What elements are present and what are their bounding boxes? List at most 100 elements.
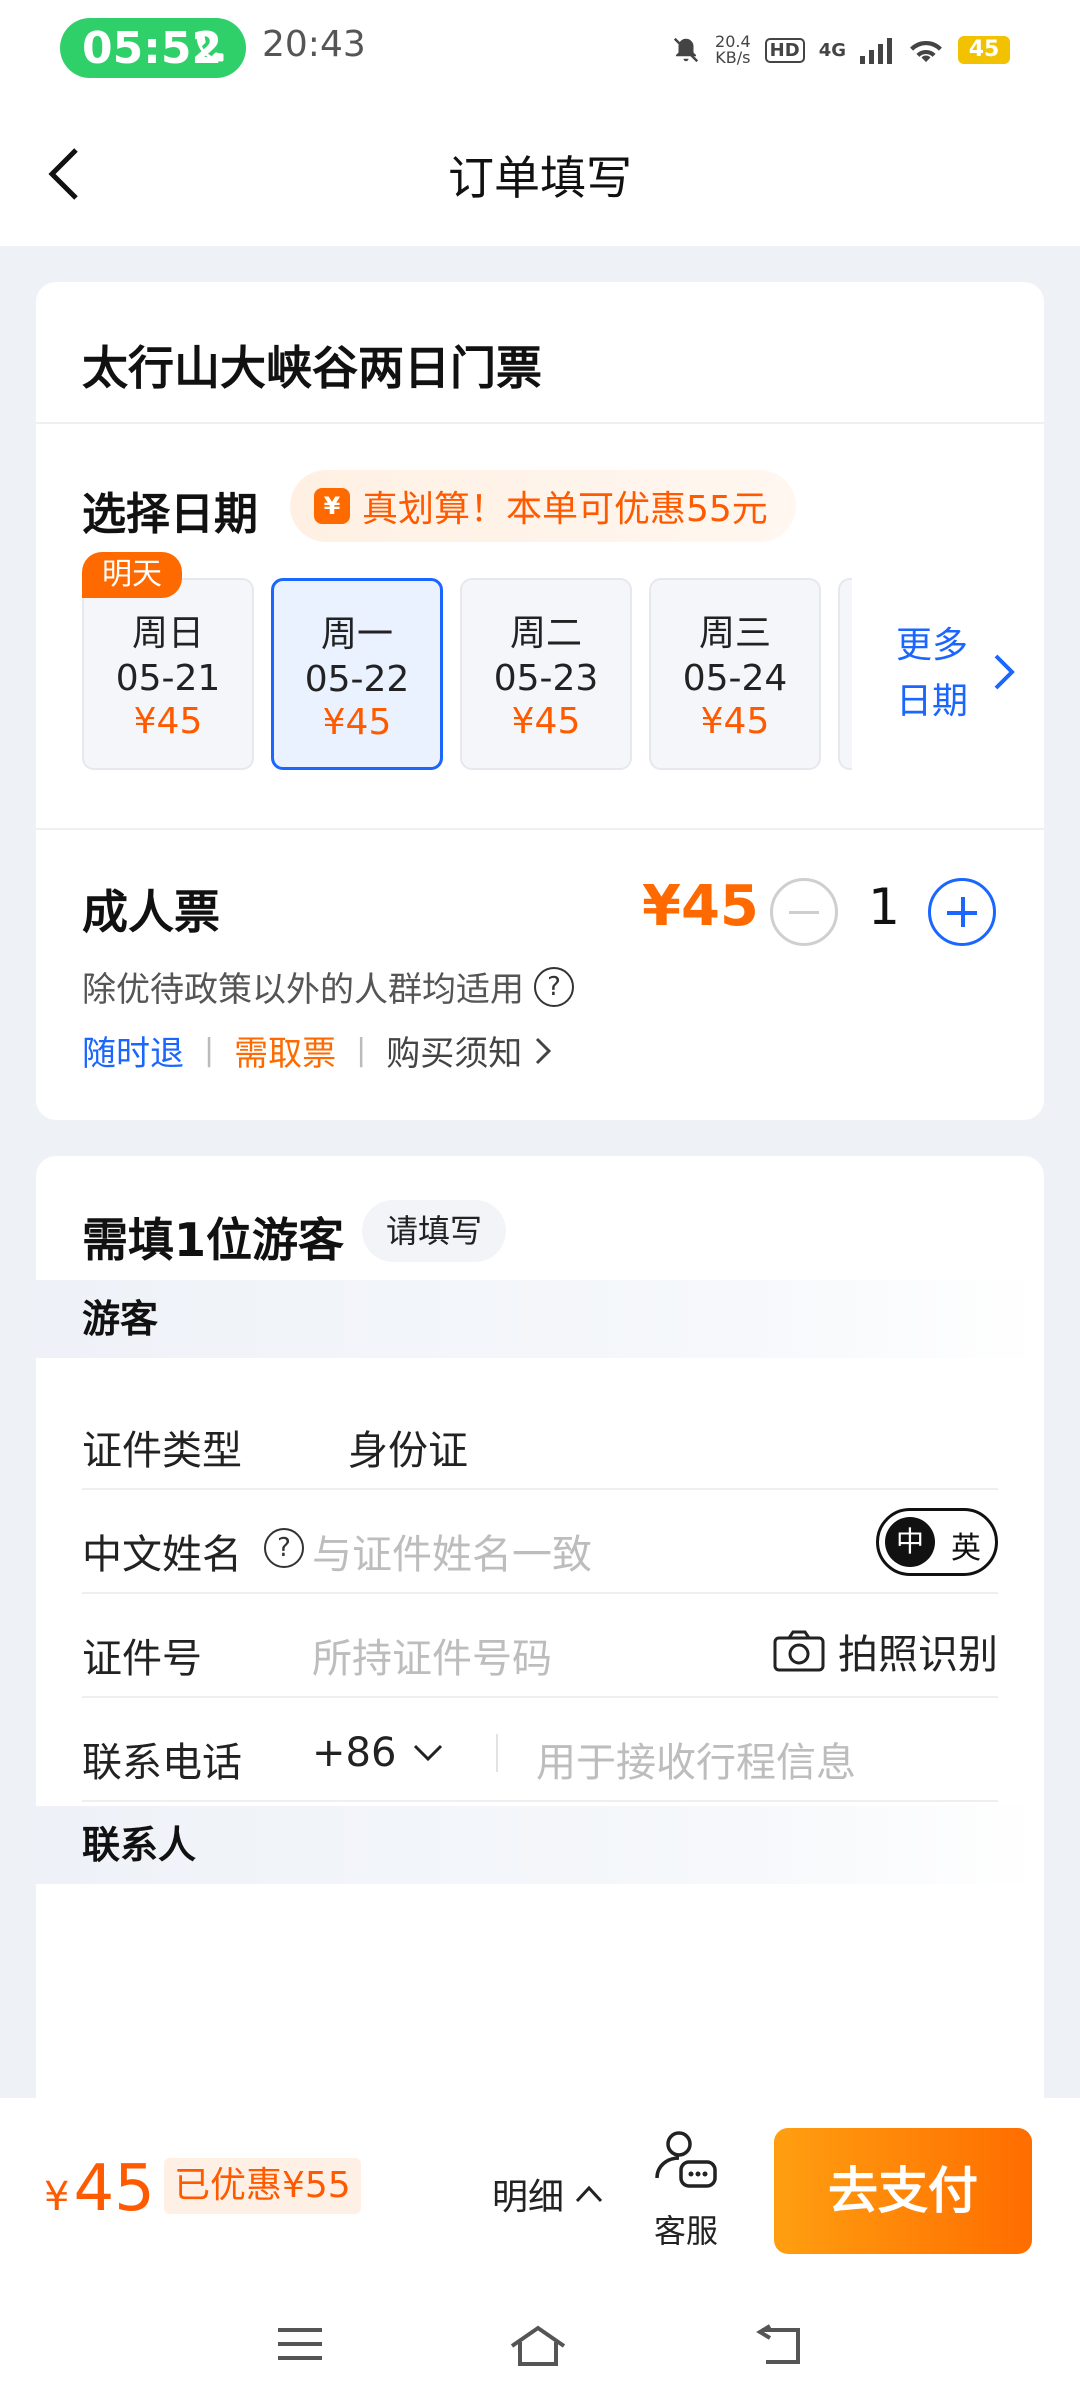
product-card: 太行山大峡谷两日门票 选择日期 ¥ 真划算！本单可优惠55元 明天 周日 05-… (36, 282, 1044, 1120)
clock: 20:43 (262, 24, 366, 65)
product-title: 太行山大峡谷两日门票 (82, 341, 542, 395)
chinese-name-row: 中文姓名 ? 与证件姓名一致 中 英 (82, 1490, 998, 1594)
date-weekday: 周日 (131, 613, 204, 654)
divider (496, 1734, 498, 1772)
chinese-name-input[interactable]: 与证件姓名一致 (312, 1522, 592, 1580)
photo-recognize-button[interactable]: 拍照识别 (772, 1622, 998, 1680)
net-speed-unit: KB/s (715, 48, 751, 67)
camera-icon (773, 1630, 825, 1672)
divider (36, 828, 1044, 830)
chevron-down-icon (414, 1744, 443, 1762)
date-weekday: 周三 (698, 613, 771, 654)
date-value: 05-22 (304, 659, 410, 700)
tag-separator: | (356, 1033, 367, 1068)
country-code-select[interactable]: +86 (312, 1730, 444, 1776)
id-type-value: 身份证 (348, 1428, 468, 1474)
back-nav-icon[interactable] (756, 2324, 806, 2368)
page-title: 订单填写 (448, 151, 632, 205)
language-toggle[interactable]: 中 英 (876, 1508, 998, 1576)
date-section-label: 选择日期 (82, 489, 258, 540)
visitor-section-title: 需填1位游客 (82, 1213, 345, 1267)
ticket-tags: 随时退 | 需取票 | 购买须知 (82, 1026, 552, 1075)
price-detail-button[interactable]: 明细 (492, 2168, 604, 2220)
id-number-input[interactable]: 所持证件号码 (312, 1626, 552, 1684)
lang-english-option: 英 (951, 1531, 981, 1566)
bottom-action-bar: ¥ 45 已优惠¥55 明细 客服 去支付 (0, 2098, 1080, 2284)
call-timer-pill[interactable]: 05:52 (60, 18, 246, 78)
fill-in-badge[interactable]: 请填写 (362, 1200, 507, 1262)
date-value: 05-24 (682, 658, 788, 699)
promo-text: 真划算！本单可优惠55元 (362, 489, 768, 530)
total-price: ¥ 45 (44, 2152, 155, 2226)
date-option-partial[interactable] (838, 578, 852, 770)
visitor-subheader: 游客 (36, 1280, 1044, 1358)
signal-icon (860, 38, 892, 64)
system-nav-bar (0, 2284, 1080, 2408)
home-icon[interactable] (508, 2324, 568, 2368)
date-weekday: 周一 (320, 614, 393, 655)
visitor-card: 需填1位游客 请填写 游客 证件类型 身份证 中文姓名 ? 与证件姓名一致 中 … (36, 1156, 1044, 2156)
tag-pickup: 需取票 (234, 1034, 337, 1074)
mute-bell-icon (673, 37, 699, 63)
date-option[interactable]: 周二 05-23 ¥45 (460, 578, 632, 770)
divider (36, 422, 1044, 424)
date-value: 05-21 (115, 658, 221, 699)
chevron-up-icon (575, 2185, 603, 2203)
country-code-value: +86 (312, 1730, 397, 1776)
status-icons: 20.4 KB/s HD 4G 45 (671, 26, 1010, 74)
id-number-row: 证件号 所持证件号码 拍照识别 (82, 1594, 998, 1698)
quantity-value: 1 (868, 878, 900, 936)
date-price: ¥45 (133, 701, 203, 742)
battery-icon: 45 (958, 36, 1010, 64)
phone-label: 联系电话 (82, 1740, 242, 1786)
phone-row: 联系电话 +86 用于接收行程信息 (82, 1698, 998, 1802)
tomorrow-tag: 明天 (82, 552, 182, 598)
date-price: ¥45 (322, 702, 392, 743)
customer-service-label: 客服 (653, 2212, 718, 2250)
discount-badge: 已优惠¥55 (164, 2158, 361, 2214)
pay-button[interactable]: 去支付 (774, 2128, 1032, 2254)
tag-separator: | (204, 1033, 215, 1068)
status-bar: 05:52 20:43 20.4 KB/s HD 4G 45 (0, 0, 1080, 100)
id-number-label: 证件号 (82, 1636, 202, 1682)
detail-label: 明细 (492, 2177, 565, 2218)
date-value: 05-23 (493, 658, 599, 699)
customer-service-icon (655, 2131, 717, 2188)
menu-icon[interactable] (276, 2324, 324, 2364)
phone-icon (196, 34, 224, 62)
net-speed: 20.4 KB/s (715, 34, 751, 66)
lang-chinese-option: 中 (885, 1517, 935, 1567)
yen-coupon-icon: ¥ (314, 488, 350, 524)
network-type: 4G (818, 39, 846, 61)
ticket-description-text: 除优待政策以外的人群均适用 (82, 970, 524, 1010)
currency-symbol: ¥ (44, 2174, 70, 2220)
date-weekday: 周二 (509, 613, 582, 654)
ticket-description: 除优待政策以外的人群均适用 ? (82, 962, 574, 1011)
increase-quantity-button[interactable] (928, 878, 996, 946)
contact-subheader: 联系人 (36, 1806, 1044, 1884)
tag-refund: 随时退 (82, 1034, 184, 1074)
date-price: ¥45 (700, 701, 770, 742)
total-amount: 45 (73, 2152, 155, 2226)
date-option[interactable]: 周日 05-21 ¥45 (82, 578, 254, 770)
date-option[interactable]: 周三 05-24 ¥45 (649, 578, 821, 770)
chevron-right-icon (994, 654, 1015, 690)
chevron-right-icon (536, 1037, 552, 1064)
promo-badge: ¥ 真划算！本单可优惠55元 (290, 470, 796, 542)
date-option-selected[interactable]: 周一 05-22 ¥45 (271, 578, 443, 770)
phone-input[interactable]: 用于接收行程信息 (536, 1730, 856, 1788)
more-dates-button[interactable]: 更多 日期 (896, 618, 1016, 730)
nav-bar: 订单填写 (0, 100, 1080, 246)
decrease-quantity-button[interactable] (770, 878, 838, 946)
id-type-row[interactable]: 证件类型 身份证 (82, 1386, 998, 1490)
ticket-price: ¥45 (642, 874, 759, 939)
customer-service-button[interactable]: 客服 (646, 2128, 726, 2252)
chinese-name-label: 中文姓名 (82, 1532, 242, 1578)
ticket-name: 成人票 (82, 885, 220, 939)
purchase-notice-link[interactable]: 购买须知 (386, 1026, 522, 1075)
help-icon[interactable]: ? (264, 1528, 304, 1568)
hd-badge: HD (764, 37, 805, 63)
photo-recognize-label: 拍照识别 (838, 1632, 998, 1678)
id-type-label: 证件类型 (82, 1428, 242, 1474)
help-icon[interactable]: ? (534, 966, 574, 1007)
